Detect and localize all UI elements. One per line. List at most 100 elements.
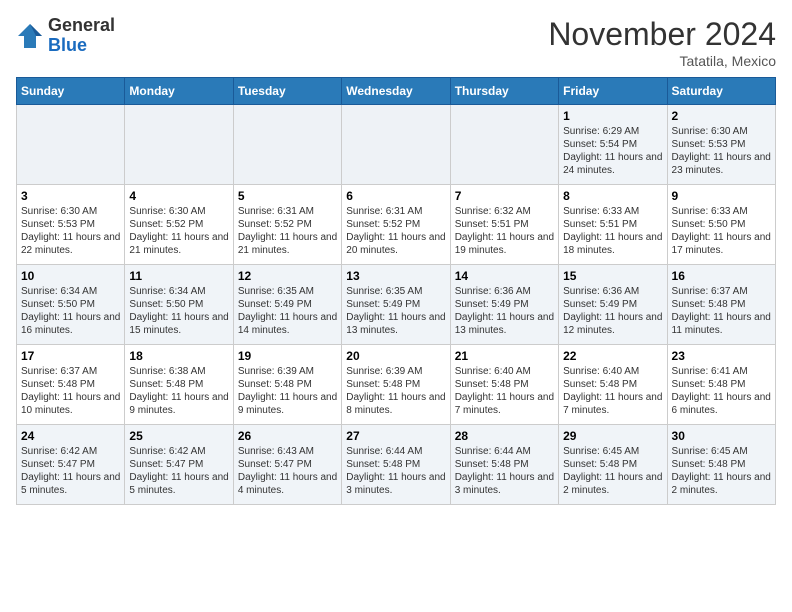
day-number: 16 — [672, 269, 771, 283]
weekday-header-thursday: Thursday — [450, 78, 558, 105]
day-info: Sunrise: 6:35 AM Sunset: 5:49 PM Dayligh… — [238, 285, 337, 337]
calendar-week-4: 17 Sunrise: 6:37 AM Sunset: 5:48 PM Dayli… — [17, 345, 776, 425]
day-number: 15 — [563, 269, 662, 283]
day-number: 1 — [563, 109, 662, 123]
calendar-cell: 9Sunrise: 6:33 AM Sunset: 5:50 PM Daylig… — [667, 185, 775, 265]
month-title: November 2024 — [548, 16, 776, 53]
day-info: Sunrise: 6:31 AM Sunset: 5:52 PM Dayligh… — [346, 205, 445, 257]
day-number: 23 — [672, 349, 771, 363]
calendar: SundayMondayTuesdayWednesdayThursdayFrid… — [16, 77, 776, 505]
logo-icon — [16, 22, 44, 50]
calendar-cell: 6Sunrise: 6:31 AM Sunset: 5:52 PM Daylig… — [342, 185, 450, 265]
calendar-cell: 13 Sunrise: 6:35 AM Sunset: 5:49 PM Dayli… — [342, 265, 450, 345]
calendar-cell: 30 Sunrise: 6:45 AM Sunset: 5:48 PM Dayli… — [667, 425, 775, 505]
day-number: 11 — [129, 269, 228, 283]
day-number: 13 — [346, 269, 445, 283]
day-number: 8 — [563, 189, 662, 203]
calendar-cell: 2 Sunrise: 6:30 AM Sunset: 5:53 PM Daylig… — [667, 105, 775, 185]
calendar-cell — [450, 105, 558, 185]
calendar-week-3: 10 Sunrise: 6:34 AM Sunset: 5:50 PM Dayli… — [17, 265, 776, 345]
day-number: 30 — [672, 429, 771, 443]
day-info: Sunrise: 6:36 AM Sunset: 5:49 PM Dayligh… — [455, 285, 554, 337]
day-info: Sunrise: 6:31 AM Sunset: 5:52 PM Dayligh… — [238, 205, 337, 257]
day-info: Sunrise: 6:45 AM Sunset: 5:48 PM Dayligh… — [672, 445, 771, 497]
logo: General Blue — [16, 16, 115, 56]
weekday-header-tuesday: Tuesday — [233, 78, 341, 105]
day-info: Sunrise: 6:32 AM Sunset: 5:51 PM Dayligh… — [455, 205, 554, 257]
day-info: Sunrise: 6:39 AM Sunset: 5:48 PM Dayligh… — [238, 365, 337, 417]
weekday-header-monday: Monday — [125, 78, 233, 105]
calendar-cell: 24 Sunrise: 6:42 AM Sunset: 5:47 PM Dayli… — [17, 425, 125, 505]
day-info: Sunrise: 6:33 AM Sunset: 5:50 PM Dayligh… — [672, 205, 771, 257]
calendar-cell: 19Sunrise: 6:39 AM Sunset: 5:48 PM Dayli… — [233, 345, 341, 425]
day-info: Sunrise: 6:42 AM Sunset: 5:47 PM Dayligh… — [129, 445, 228, 497]
calendar-cell: 18Sunrise: 6:38 AM Sunset: 5:48 PM Dayli… — [125, 345, 233, 425]
day-number: 17 — [21, 349, 120, 363]
calendar-week-2: 3 Sunrise: 6:30 AM Sunset: 5:53 PM Daylig… — [17, 185, 776, 265]
day-info: Sunrise: 6:45 AM Sunset: 5:48 PM Dayligh… — [563, 445, 662, 497]
calendar-cell: 15Sunrise: 6:36 AM Sunset: 5:49 PM Dayli… — [559, 265, 667, 345]
day-number: 26 — [238, 429, 337, 443]
day-info: Sunrise: 6:37 AM Sunset: 5:48 PM Dayligh… — [672, 285, 771, 337]
day-info: Sunrise: 6:41 AM Sunset: 5:48 PM Dayligh… — [672, 365, 771, 417]
calendar-cell: 25 Sunrise: 6:42 AM Sunset: 5:47 PM Dayli… — [125, 425, 233, 505]
day-info: Sunrise: 6:30 AM Sunset: 5:52 PM Dayligh… — [129, 205, 228, 257]
day-info: Sunrise: 6:42 AM Sunset: 5:47 PM Dayligh… — [21, 445, 120, 497]
calendar-cell: 21 Sunrise: 6:40 AM Sunset: 5:48 PM Dayli… — [450, 345, 558, 425]
calendar-cell: 8 Sunrise: 6:33 AM Sunset: 5:51 PM Daylig… — [559, 185, 667, 265]
calendar-cell: 10 Sunrise: 6:34 AM Sunset: 5:50 PM Dayli… — [17, 265, 125, 345]
day-info: Sunrise: 6:40 AM Sunset: 5:48 PM Dayligh… — [563, 365, 662, 417]
calendar-cell — [125, 105, 233, 185]
day-number: 25 — [129, 429, 228, 443]
calendar-cell: 26Sunrise: 6:43 AM Sunset: 5:47 PM Dayli… — [233, 425, 341, 505]
day-info: Sunrise: 6:44 AM Sunset: 5:48 PM Dayligh… — [346, 445, 445, 497]
calendar-cell: 17 Sunrise: 6:37 AM Sunset: 5:48 PM Dayli… — [17, 345, 125, 425]
calendar-cell: 4 Sunrise: 6:30 AM Sunset: 5:52 PM Daylig… — [125, 185, 233, 265]
day-number: 24 — [21, 429, 120, 443]
calendar-cell: 7 Sunrise: 6:32 AM Sunset: 5:51 PM Daylig… — [450, 185, 558, 265]
calendar-cell: 3 Sunrise: 6:30 AM Sunset: 5:53 PM Daylig… — [17, 185, 125, 265]
day-info: Sunrise: 6:35 AM Sunset: 5:49 PM Dayligh… — [346, 285, 445, 337]
calendar-cell: 14 Sunrise: 6:36 AM Sunset: 5:49 PM Dayli… — [450, 265, 558, 345]
calendar-cell — [17, 105, 125, 185]
location: Tatatila, Mexico — [548, 53, 776, 69]
calendar-week-1: 1 Sunrise: 6:29 AM Sunset: 5:54 PM Daylig… — [17, 105, 776, 185]
day-info: Sunrise: 6:39 AM Sunset: 5:48 PM Dayligh… — [346, 365, 445, 417]
calendar-cell — [342, 105, 450, 185]
calendar-cell: 16 Sunrise: 6:37 AM Sunset: 5:48 PM Dayli… — [667, 265, 775, 345]
day-number: 5 — [238, 189, 337, 203]
calendar-cell: 11Sunrise: 6:34 AM Sunset: 5:50 PM Dayli… — [125, 265, 233, 345]
calendar-cell: 20Sunrise: 6:39 AM Sunset: 5:48 PM Dayli… — [342, 345, 450, 425]
day-info: Sunrise: 6:29 AM Sunset: 5:54 PM Dayligh… — [563, 125, 662, 177]
calendar-cell: 27Sunrise: 6:44 AM Sunset: 5:48 PM Dayli… — [342, 425, 450, 505]
calendar-cell: 1 Sunrise: 6:29 AM Sunset: 5:54 PM Daylig… — [559, 105, 667, 185]
calendar-cell: 29Sunrise: 6:45 AM Sunset: 5:48 PM Dayli… — [559, 425, 667, 505]
day-info: Sunrise: 6:38 AM Sunset: 5:48 PM Dayligh… — [129, 365, 228, 417]
day-info: Sunrise: 6:30 AM Sunset: 5:53 PM Dayligh… — [21, 205, 120, 257]
day-info: Sunrise: 6:44 AM Sunset: 5:48 PM Dayligh… — [455, 445, 554, 497]
page-header: General Blue November 2024 Tatatila, Mex… — [16, 16, 776, 69]
title-section: November 2024 Tatatila, Mexico — [548, 16, 776, 69]
day-number: 4 — [129, 189, 228, 203]
day-number: 3 — [21, 189, 120, 203]
day-info: Sunrise: 6:40 AM Sunset: 5:48 PM Dayligh… — [455, 365, 554, 417]
day-number: 12 — [238, 269, 337, 283]
day-info: Sunrise: 6:33 AM Sunset: 5:51 PM Dayligh… — [563, 205, 662, 257]
calendar-cell: 5 Sunrise: 6:31 AM Sunset: 5:52 PM Daylig… — [233, 185, 341, 265]
calendar-cell: 12 Sunrise: 6:35 AM Sunset: 5:49 PM Dayli… — [233, 265, 341, 345]
calendar-cell — [233, 105, 341, 185]
day-number: 10 — [21, 269, 120, 283]
calendar-cell: 22Sunrise: 6:40 AM Sunset: 5:48 PM Dayli… — [559, 345, 667, 425]
day-number: 14 — [455, 269, 554, 283]
weekday-header-friday: Friday — [559, 78, 667, 105]
day-info: Sunrise: 6:30 AM Sunset: 5:53 PM Dayligh… — [672, 125, 771, 177]
day-info: Sunrise: 6:37 AM Sunset: 5:48 PM Dayligh… — [21, 365, 120, 417]
day-number: 28 — [455, 429, 554, 443]
weekday-header-wednesday: Wednesday — [342, 78, 450, 105]
calendar-week-5: 24 Sunrise: 6:42 AM Sunset: 5:47 PM Dayli… — [17, 425, 776, 505]
day-info: Sunrise: 6:34 AM Sunset: 5:50 PM Dayligh… — [21, 285, 120, 337]
day-number: 7 — [455, 189, 554, 203]
day-number: 2 — [672, 109, 771, 123]
day-number: 21 — [455, 349, 554, 363]
logo-text: General Blue — [48, 16, 115, 56]
